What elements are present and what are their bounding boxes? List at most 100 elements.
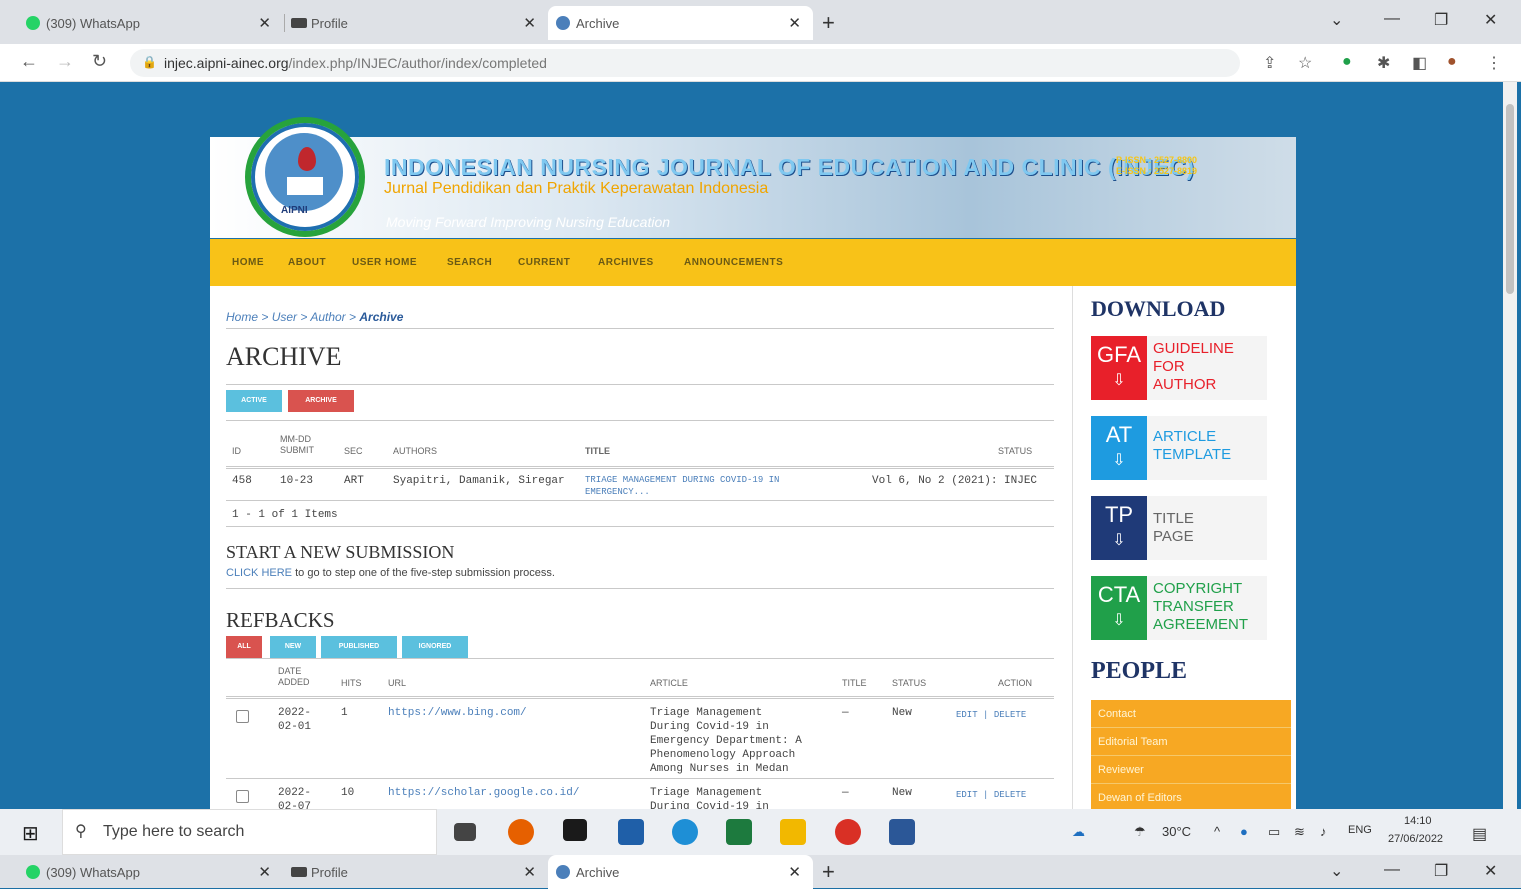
col-url: URL <box>388 678 407 688</box>
taskbar-search-input[interactable]: ⚲ Type here to search <box>62 809 437 855</box>
store-icon[interactable] <box>618 819 644 845</box>
refback-url-link[interactable]: https://www.bing.com/ <box>388 706 527 720</box>
click-here-link[interactable]: CLICK HERE <box>226 567 292 579</box>
col-hits: HITS <box>341 678 362 688</box>
col-ref-status: STATUS <box>892 678 927 688</box>
weather-text[interactable]: 30°C <box>1162 824 1191 839</box>
excel-icon[interactable] <box>726 819 752 845</box>
download-article-template[interactable]: AT ⇩ ARTICLE TEMPLATE <box>1091 416 1267 480</box>
tab-archive[interactable]: Archive ✕ <box>548 855 813 889</box>
filter-published[interactable]: PUBLISHED <box>321 636 397 658</box>
select-checkbox[interactable] <box>236 790 249 803</box>
filter-new[interactable]: NEW <box>270 636 316 658</box>
url-input[interactable]: 🔒 injec.aipni-ainec.org/index.php/INJEC/… <box>130 49 1240 77</box>
chevron-down-icon[interactable]: ⌄ <box>1330 861 1343 881</box>
minimize-icon[interactable]: — <box>1384 10 1400 28</box>
nav-archives[interactable]: ARCHIVES <box>598 257 654 268</box>
main-content: Home > User > Author > Archive ARCHIVE A… <box>210 286 1072 809</box>
article-title-link[interactable]: TRIAGE MANAGEMENT DURING COVID-19 IN EME… <box>585 474 835 498</box>
breadcrumb-home[interactable]: Home <box>226 310 258 324</box>
download-copyright[interactable]: CTA ⇩ COPYRIGHT TRANSFER AGREEMENT <box>1091 576 1267 640</box>
people-contact[interactable]: Contact <box>1091 700 1291 728</box>
forward-icon[interactable]: → <box>56 51 74 72</box>
close-icon[interactable]: ✕ <box>788 863 801 881</box>
minimize-icon[interactable]: — <box>1384 861 1400 879</box>
tray-app-icon[interactable]: ● <box>1240 824 1248 839</box>
nav-search[interactable]: SEARCH <box>447 257 492 268</box>
notification-icon[interactable]: ▤ <box>1472 824 1487 844</box>
breadcrumb-author[interactable]: Author <box>310 310 345 324</box>
clock-date[interactable]: 27/06/2022 <box>1388 833 1443 845</box>
chrome-icon[interactable] <box>835 819 861 845</box>
nav-user-home[interactable]: USER HOME <box>352 257 417 268</box>
close-window-icon[interactable]: ✕ <box>1484 10 1497 30</box>
restore-icon[interactable]: ❐ <box>1434 10 1448 30</box>
select-checkbox[interactable] <box>236 710 249 723</box>
windows-taskbar: ⊞ ⚲ Type here to search ☁ ☂ 30°C ^ ● ▭ ≋… <box>0 809 1521 855</box>
items-count: 1 - 1 of 1 Items <box>232 509 338 521</box>
tab-profile[interactable]: Profile ✕ <box>283 6 548 40</box>
chevron-up-icon[interactable]: ^ <box>1214 824 1220 839</box>
edit-link[interactable]: EDIT <box>956 790 978 800</box>
nav-announcements[interactable]: ANNOUNCEMENTS <box>684 257 783 268</box>
windows-start-icon[interactable]: ⊞ <box>22 821 39 846</box>
new-tab-icon[interactable]: + <box>822 10 835 36</box>
download-title-page[interactable]: TP ⇩ TITLE PAGE <box>1091 496 1267 560</box>
star-icon[interactable]: ☆ <box>1298 53 1312 73</box>
weather-icon[interactable]: ☂ <box>1134 824 1146 840</box>
puzzle-icon[interactable]: ✱ <box>1377 53 1390 73</box>
nav-about[interactable]: ABOUT <box>288 257 326 268</box>
tab-archive[interactable]: Archive ✕ <box>548 6 813 40</box>
menu-icon[interactable]: ⋮ <box>1486 53 1502 73</box>
wifi-icon[interactable]: ≋ <box>1294 824 1305 840</box>
share-icon[interactable]: ⇪ <box>1263 53 1276 73</box>
sidepanel-icon[interactable]: ◧ <box>1412 53 1427 73</box>
close-icon[interactable]: ✕ <box>523 863 536 881</box>
filter-all[interactable]: ALL <box>226 636 262 658</box>
tab-whatsapp[interactable]: (309) WhatsApp ✕ <box>18 855 283 889</box>
people-dewan[interactable]: Dewan of Editors <box>1091 784 1291 809</box>
delete-link[interactable]: DELETE <box>994 710 1026 720</box>
tab-archive-button[interactable]: ARCHIVE <box>288 390 354 412</box>
battery-icon[interactable]: ▭ <box>1268 824 1280 840</box>
col-date: DATE ADDED <box>278 666 310 687</box>
filter-ignored[interactable]: IGNORED <box>402 636 468 658</box>
language-indicator[interactable]: ENG <box>1348 824 1372 836</box>
file-explorer-icon[interactable] <box>780 819 806 845</box>
close-icon[interactable]: ✕ <box>258 14 271 32</box>
close-icon[interactable]: ✕ <box>523 14 536 32</box>
clock-time[interactable]: 14:10 <box>1404 815 1432 827</box>
word-icon[interactable] <box>889 819 915 845</box>
restore-icon[interactable]: ❐ <box>1434 861 1448 881</box>
close-icon[interactable]: ✕ <box>258 863 271 881</box>
profile-favicon-icon <box>291 18 307 28</box>
tab-active[interactable]: ACTIVE <box>226 390 282 412</box>
chevron-down-icon[interactable]: ⌄ <box>1330 10 1343 30</box>
close-icon[interactable]: ✕ <box>788 14 801 32</box>
back-icon[interactable]: ← <box>20 51 38 72</box>
edit-link[interactable]: EDIT <box>956 710 978 720</box>
refback-url-link[interactable]: https://scholar.google.co.id/ <box>388 786 579 800</box>
reload-icon[interactable]: ↻ <box>92 51 107 72</box>
volume-icon[interactable]: ♪ <box>1320 824 1327 839</box>
task-view-icon[interactable] <box>454 823 476 841</box>
tab-whatsapp[interactable]: (309) WhatsApp ✕ <box>18 6 285 40</box>
firefox-icon[interactable] <box>508 819 534 845</box>
onedrive-icon[interactable]: ☁ <box>1072 824 1085 840</box>
address-bar-row: ← → ↻ 🔒 injec.aipni-ainec.org/index.php/… <box>0 44 1521 82</box>
page-scrollbar[interactable] <box>1503 82 1517 809</box>
extension-green-icon[interactable]: ● <box>1342 53 1352 71</box>
new-tab-icon[interactable]: + <box>822 859 835 885</box>
people-editorial-team[interactable]: Editorial Team <box>1091 728 1291 756</box>
breadcrumb-user[interactable]: User <box>272 310 297 324</box>
avatar[interactable]: ● <box>1447 53 1457 71</box>
delete-link[interactable]: DELETE <box>994 790 1026 800</box>
nav-home[interactable]: HOME <box>232 257 264 268</box>
download-guideline[interactable]: GFA ⇩ GUIDELINE FOR AUTHOR <box>1091 336 1267 400</box>
tab-profile[interactable]: Profile ✕ <box>283 855 548 889</box>
edge-icon[interactable] <box>672 819 698 845</box>
nav-current[interactable]: CURRENT <box>518 257 570 268</box>
dropbox-icon[interactable] <box>563 819 587 841</box>
close-window-icon[interactable]: ✕ <box>1484 861 1497 881</box>
people-reviewer[interactable]: Reviewer <box>1091 756 1291 784</box>
